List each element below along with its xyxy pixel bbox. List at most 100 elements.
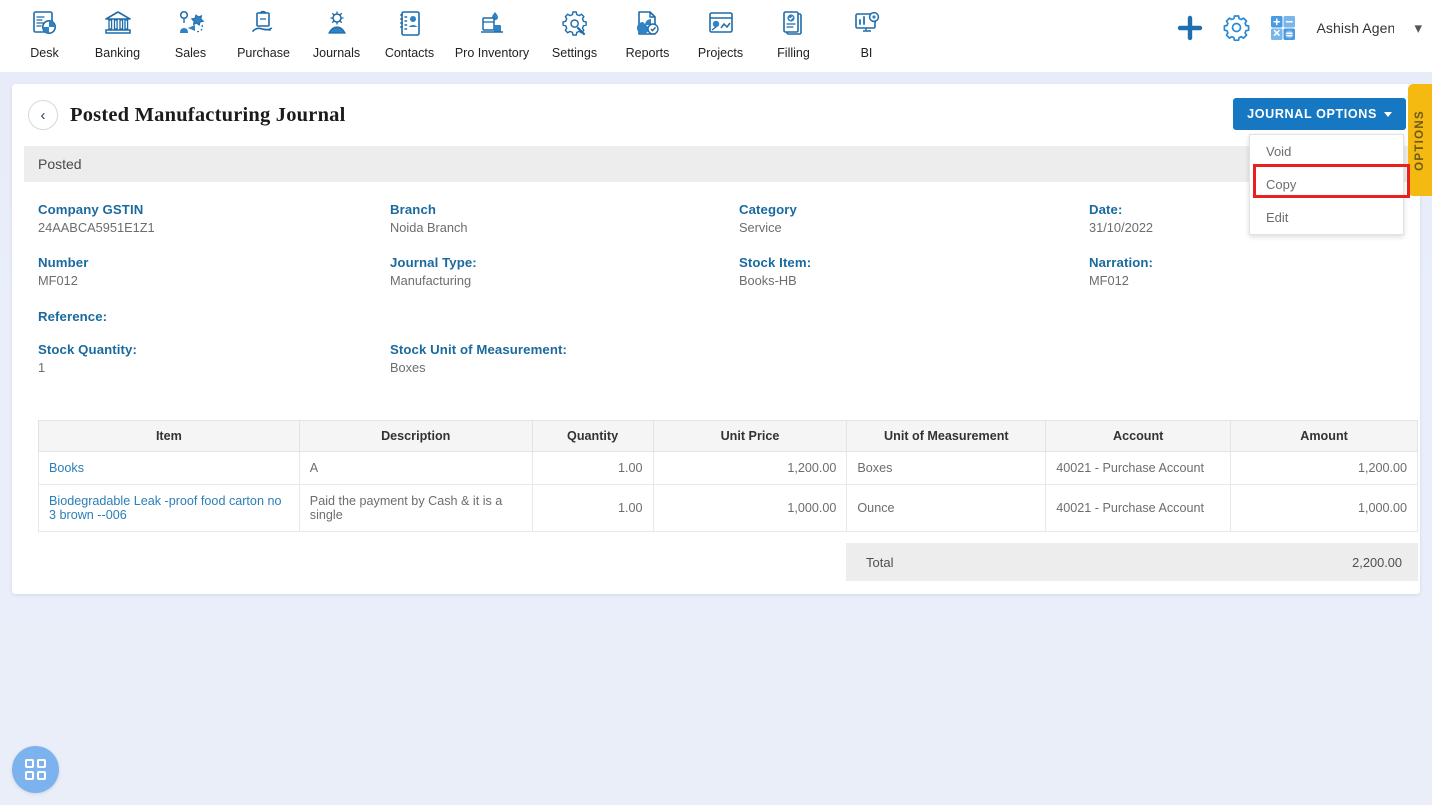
bank-icon <box>99 6 137 42</box>
column-header-quantity: Quantity <box>531 420 654 452</box>
total-value: 2,200.00 <box>1352 554 1402 570</box>
field-value: Boxes <box>390 360 426 375</box>
field-number: Number MF012 <box>38 255 88 288</box>
nav-item-bi[interactable]: BI <box>830 0 903 60</box>
field-value: Manufacturing <box>390 273 472 288</box>
total-label: Total <box>866 554 894 570</box>
cell-amount: 1,000.00 <box>1230 484 1418 532</box>
projects-icon <box>702 6 740 42</box>
settings-icon <box>556 6 594 42</box>
field-narration: Narration: MF012 <box>1089 255 1153 288</box>
journal-options-wrapper: JOURNAL OPTIONS Void Copy Edit <box>1233 98 1406 235</box>
field-category: Category Service <box>739 202 797 235</box>
field-value: 1 <box>38 360 46 375</box>
nav-item-journals[interactable]: Journals <box>300 0 373 60</box>
cell-quantity: 1.00 <box>531 484 654 532</box>
field-date: Date: 31/10/2022 <box>1089 202 1153 235</box>
plus-icon[interactable] <box>1177 15 1203 41</box>
column-header-account: Account <box>1045 420 1232 452</box>
field-company-gstin: Company GSTIN 24AABCA5951E1Z1 <box>38 202 155 235</box>
field-value: Books-HB <box>739 273 797 288</box>
apps-launcher-button[interactable] <box>12 746 59 793</box>
field-value: Service <box>739 220 782 235</box>
nav-item-label: Purchase <box>237 46 290 60</box>
nav-item-label: Desk <box>30 46 59 60</box>
column-header-item: Item <box>38 420 300 452</box>
journal-details: Company GSTIN 24AABCA5951E1Z1 Branch Noi… <box>12 182 1420 375</box>
cell-unit-price: 1,000.00 <box>652 484 848 532</box>
nav-item-label: Projects <box>697 46 744 60</box>
nav-item-contacts[interactable]: Contacts <box>373 0 446 60</box>
field-stock-quantity: Stock Quantity: 1 <box>38 342 137 375</box>
field-journal-type: Journal Type: Manufacturing <box>390 255 477 288</box>
nav-item-pro-inventory[interactable]: Pro Inventory <box>446 0 538 60</box>
journal-detail-card: ‹ Posted Manufacturing Journal Posted Co… <box>12 84 1420 594</box>
status-bar: Posted <box>24 146 1408 182</box>
purchase-icon <box>245 6 283 42</box>
cell-uom: Boxes <box>846 451 1047 485</box>
field-label: Date: <box>1089 202 1123 217</box>
nav-item-reports[interactable]: Reports <box>611 0 684 60</box>
nav-item-label: Settings <box>551 46 598 60</box>
cell-description: Paid the payment by Cash & it is a singl… <box>298 484 533 532</box>
field-label: Narration: <box>1089 255 1154 270</box>
gear-icon[interactable] <box>1223 14 1250 41</box>
field-label: Stock Quantity: <box>38 342 137 357</box>
table-row: Books A 1.00 1,200.00 Boxes 40021 - Purc… <box>38 451 1418 485</box>
field-stock-uom: Stock Unit of Measurement: Boxes <box>390 342 567 375</box>
nav-item-label: BI <box>860 46 873 60</box>
menu-item-void[interactable]: Void <box>1250 135 1403 168</box>
nav-item-projects[interactable]: Projects <box>684 0 757 60</box>
field-branch: Branch Noida Branch <box>390 202 468 235</box>
journals-icon <box>318 6 356 42</box>
nav-item-banking[interactable]: Banking <box>81 0 154 60</box>
cell-item[interactable]: Books <box>38 451 300 485</box>
table-row: Biodegradable Leak -proof food carton no… <box>38 484 1418 532</box>
column-header-description: Description <box>298 420 533 452</box>
field-label: Company GSTIN <box>38 202 144 217</box>
line-items-table: Item Description Quantity Unit Price Uni… <box>38 420 1418 532</box>
field-label: Journal Type: <box>390 255 477 270</box>
username-label[interactable]: Ashish Agenc <box>1316 20 1394 36</box>
journal-options-button[interactable]: JOURNAL OPTIONS <box>1233 98 1406 130</box>
options-side-tab[interactable]: OPTIONS <box>1408 84 1432 196</box>
field-stock-item: Stock Item: Books-HB <box>739 255 811 288</box>
nav-item-settings[interactable]: Settings <box>538 0 611 60</box>
cell-unit-price: 1,200.00 <box>652 451 848 485</box>
cell-item[interactable]: Biodegradable Leak -proof food carton no… <box>38 484 300 532</box>
top-navigation-bar: Desk Banking Sales Purchase Journals Con… <box>0 0 1432 72</box>
nav-item-label: Sales <box>174 46 207 60</box>
cell-quantity: 1.00 <box>531 451 654 485</box>
nav-item-label: Banking <box>94 46 141 60</box>
nav-items: Desk Banking Sales Purchase Journals Con… <box>0 0 903 60</box>
inventory-icon <box>473 6 511 42</box>
field-label: Reference: <box>38 309 108 324</box>
nav-item-purchase[interactable]: Purchase <box>227 0 300 60</box>
nav-right-actions: Ashish Agenc ▾ <box>1177 14 1422 41</box>
journal-options-button-label: JOURNAL OPTIONS <box>1247 107 1377 121</box>
field-label: Stock Item: <box>739 255 812 270</box>
field-reference: Reference: <box>38 309 107 342</box>
column-header-unit-of-measurement: Unit of Measurement <box>846 420 1047 452</box>
nav-item-desk[interactable]: Desk <box>8 0 81 60</box>
field-label: Category <box>739 202 797 217</box>
dashboard-icon <box>26 6 64 42</box>
filling-icon <box>775 6 813 42</box>
sales-icon <box>172 6 210 42</box>
menu-item-edit[interactable]: Edit <box>1250 201 1403 234</box>
field-value: Noida Branch <box>390 220 468 235</box>
field-value: MF012 <box>1089 273 1129 288</box>
chevron-down-icon[interactable]: ▾ <box>1414 19 1422 37</box>
options-side-tab-label: OPTIONS <box>1414 109 1426 171</box>
total-row: Total 2,200.00 <box>846 543 1418 581</box>
nav-item-sales[interactable]: Sales <box>154 0 227 60</box>
column-header-unit-price: Unit Price <box>652 420 848 452</box>
calculator-icon[interactable] <box>1270 15 1296 41</box>
nav-item-filling[interactable]: Filling <box>757 0 830 60</box>
back-button[interactable]: ‹ <box>28 100 58 130</box>
caret-down-icon <box>1384 111 1392 117</box>
card-header: ‹ Posted Manufacturing Journal <box>12 84 1420 146</box>
page-title: Posted Manufacturing Journal <box>70 103 346 126</box>
reports-icon <box>629 6 667 42</box>
menu-item-copy[interactable]: Copy <box>1250 168 1403 201</box>
